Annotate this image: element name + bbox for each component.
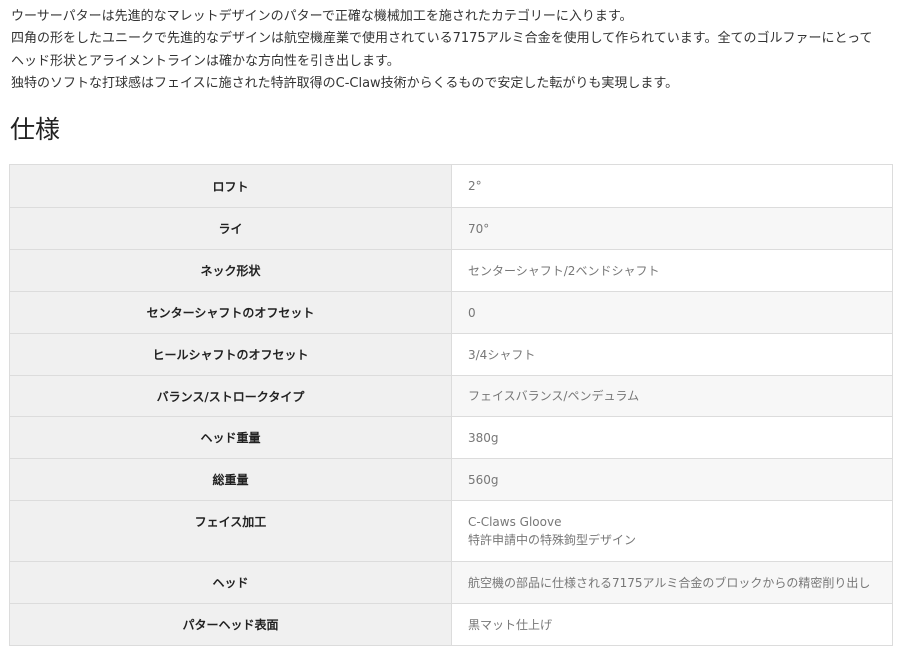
spec-row-center-offset: センターシャフトのオフセット 0: [9, 291, 893, 334]
spec-row-head: ヘッド 航空機の部品に仕様される7175アルミ合金のブロックからの精密削り出し: [9, 561, 893, 604]
spec-label: パターヘッド表面: [9, 603, 452, 646]
description-line: ヘッド形状とアライメントラインは確かな方向性を引き出します。: [11, 53, 400, 69]
spec-section-title: 仕様: [10, 115, 61, 144]
spec-value: 560g: [451, 458, 893, 501]
spec-row-lie: ライ 70°: [9, 207, 893, 250]
spec-label: ヒールシャフトのオフセット: [9, 333, 452, 376]
description-line: ウーサーパターは先進的なマレットデザインのパターで正確な機械加工を施されたカテゴ…: [11, 9, 633, 24]
spec-value: 3/4シャフト: [451, 333, 893, 376]
spec-label: ネック形状: [9, 249, 452, 292]
spec-value: 0: [451, 291, 893, 334]
spec-row-loft: ロフト 2°: [9, 164, 893, 208]
spec-value: 70°: [451, 207, 893, 250]
spec-value: C-Claws Gloove 特許申請中の特殊鉤型デザイン: [451, 500, 893, 562]
spec-value-line: C-Claws Gloove: [468, 515, 562, 529]
spec-value: センターシャフト/2ベンドシャフト: [451, 249, 893, 292]
description-line: 独特のソフトな打球感はフェイスに施された特許取得のC-Claw技術からくるもので…: [11, 75, 679, 91]
spec-value-line: 特許申請中の特殊鉤型デザイン: [468, 533, 637, 547]
spec-row-surface: パターヘッド表面 黒マット仕上げ: [9, 603, 893, 646]
spec-label: ヘッド: [9, 561, 452, 604]
spec-value: フェイスバランス/ペンデュラム: [451, 375, 893, 417]
spec-label: フェイス加工: [9, 500, 452, 562]
spec-label: ロフト: [9, 164, 452, 208]
spec-row-total-weight: 総重量 560g: [9, 458, 893, 501]
spec-value: 380g: [451, 416, 893, 459]
spec-row-neck: ネック形状 センターシャフト/2ベンドシャフト: [9, 249, 893, 292]
spec-table: ロフト 2° ライ 70° ネック形状 センターシャフト/2ベンドシャフト セン…: [9, 164, 893, 646]
spec-row-heel-offset: ヒールシャフトのオフセット 3/4シャフト: [9, 333, 893, 376]
spec-label: ヘッド重量: [9, 416, 452, 459]
spec-label: ライ: [9, 207, 452, 250]
spec-row-face: フェイス加工 C-Claws Gloove 特許申請中の特殊鉤型デザイン: [9, 500, 893, 562]
spec-value: 2°: [451, 164, 893, 208]
spec-row-balance: バランス/ストロークタイプ フェイスバランス/ペンデュラム: [9, 375, 893, 417]
spec-row-head-weight: ヘッド重量 380g: [9, 416, 893, 459]
spec-label: バランス/ストロークタイプ: [9, 375, 452, 417]
spec-value: 黒マット仕上げ: [451, 603, 893, 646]
spec-label: 総重量: [9, 458, 452, 501]
description-line: 四角の形をしたユニークで先進的なデザインは航空機産業で使用されている7175アル…: [11, 31, 873, 47]
product-description: ウーサーパターは先進的なマレットデザインのパターで正確な機械加工を施されたカテゴ…: [11, 6, 896, 95]
spec-label: センターシャフトのオフセット: [9, 291, 452, 334]
spec-value: 航空機の部品に仕様される7175アルミ合金のブロックからの精密削り出し: [451, 561, 893, 604]
